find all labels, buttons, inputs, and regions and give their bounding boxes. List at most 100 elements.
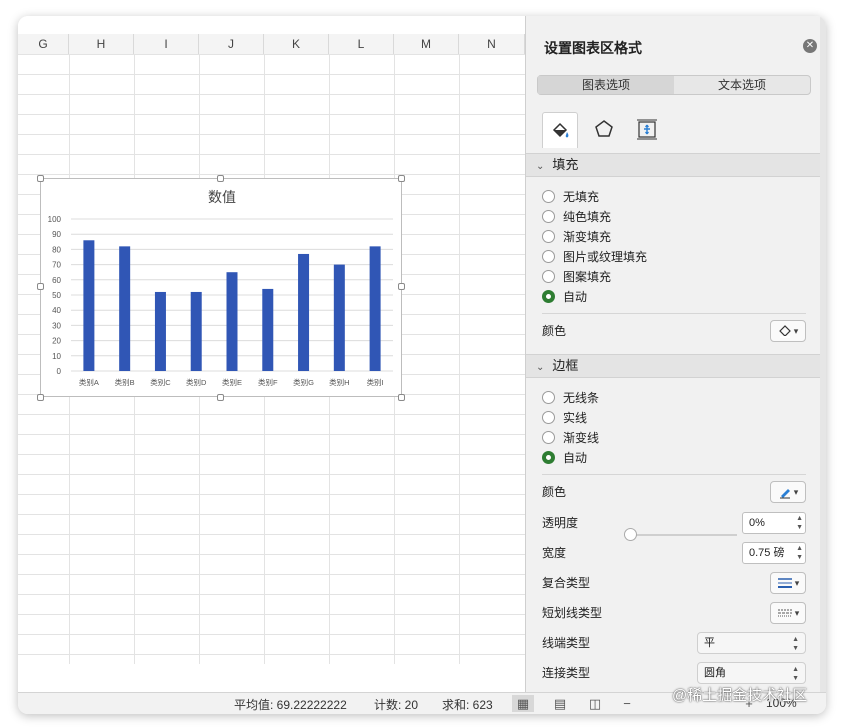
radio-picture-fill[interactable]: 图片或纹理填充 [542, 247, 647, 265]
pentagon-icon[interactable] [586, 112, 622, 146]
bar [226, 272, 238, 371]
radio-button[interactable] [542, 189, 555, 203]
radio-solid-fill[interactable]: 纯色填充 [542, 207, 611, 225]
transparency-slider-track[interactable] [629, 534, 737, 536]
compound-type-picker[interactable]: ▾ [770, 572, 806, 594]
radio-label: 无线条 [563, 390, 600, 405]
dash-type-label: 短划线类型 [542, 606, 603, 620]
zoom-out-icon[interactable]: − [616, 695, 638, 712]
radio-gradient-line[interactable]: 渐变线 [542, 428, 599, 446]
radio-no-line[interactable]: 无线条 [542, 388, 599, 406]
column-header-k[interactable]: K [264, 34, 329, 54]
radio-label: 自动 [563, 450, 588, 465]
resize-handle-bottom[interactable] [217, 394, 224, 401]
stepper-icon[interactable]: ▲ ▼ [796, 514, 803, 532]
width-input[interactable]: 0.75 磅 ▲ ▼ [742, 542, 806, 564]
tab-text-options[interactable]: 文本选项 [674, 76, 810, 94]
radio-solid-line[interactable]: 实线 [542, 408, 587, 426]
radio-no-fill[interactable]: 无填充 [542, 187, 599, 205]
radio-pattern-fill[interactable]: 图案填充 [542, 267, 611, 285]
compound-lines-icon [777, 578, 792, 588]
spreadsheet-area[interactable]: G H I J K L M N 数值 0 10 20 30 40 50 60 70 80 90 100… [18, 16, 525, 692]
column-header-j[interactable]: J [199, 34, 264, 54]
cap-type-select[interactable]: 平 ▲ ▼ [697, 632, 806, 654]
cap-type-label: 线端类型 [542, 636, 591, 650]
radio-label: 自动 [563, 289, 588, 304]
column-header-l[interactable]: L [329, 34, 394, 54]
join-type-select[interactable]: 圆角 ▲ ▼ [697, 662, 806, 684]
fill-section-header[interactable]: ⌄ 填充 [526, 153, 820, 177]
resize-handle-bottom-right[interactable] [398, 394, 405, 401]
column-header-m[interactable]: M [394, 34, 459, 54]
bar [190, 291, 202, 371]
resize-handle-top[interactable] [217, 175, 224, 182]
options-segmented-control: 图表选项 文本选项 [537, 75, 811, 95]
radio-button[interactable] [542, 209, 555, 223]
radio-button[interactable] [542, 249, 555, 263]
page-layout-view-icon[interactable]: ▤ [549, 695, 571, 712]
radio-button[interactable] [542, 229, 555, 243]
x-tick-label: 类别C [150, 377, 171, 387]
y-tick-label: 50 [52, 291, 61, 300]
bar [154, 291, 166, 371]
status-sum: 求和: 623 [442, 698, 493, 712]
size-properties-icon[interactable] [629, 112, 665, 146]
radio-label: 纯色填充 [563, 209, 612, 224]
y-tick-label: 90 [52, 230, 61, 239]
radio-auto-line[interactable]: 自动 [542, 448, 587, 466]
width-label: 宽度 [542, 546, 567, 560]
column-header-n[interactable]: N [459, 34, 525, 54]
status-count: 计数: 20 [374, 698, 419, 712]
tab-chart-options[interactable]: 图表选项 [538, 76, 674, 94]
fill-color-label: 颜色 [542, 324, 567, 338]
x-tick-label: 类别B [115, 377, 135, 387]
format-chart-area-panel: 设置图表区格式 ✕ 图表选项 文本选项 ⌄ 填充 无填充 纯色填充 渐变填充 图… [525, 16, 820, 692]
chevron-up-down-icon: ▲ ▼ [792, 636, 799, 652]
bar [262, 288, 274, 371]
bar [298, 253, 310, 371]
chevron-down-icon: ⌄ [536, 161, 545, 172]
transparency-slider-knob[interactable] [624, 528, 637, 541]
y-tick-label: 40 [52, 306, 61, 315]
radio-label: 实线 [563, 410, 588, 425]
radio-button-selected[interactable] [542, 289, 555, 303]
resize-handle-bottom-left[interactable] [37, 394, 44, 401]
fill-color-picker[interactable]: ▾ [770, 320, 806, 342]
resize-handle-top-left[interactable] [37, 175, 44, 182]
status-average: 平均值: 69.22222222 [234, 698, 347, 712]
radio-label: 无填充 [563, 189, 600, 204]
column-header-h[interactable]: H [69, 34, 134, 54]
stepper-icon[interactable]: ▲ ▼ [796, 544, 803, 562]
radio-button[interactable] [542, 410, 555, 424]
dash-type-picker[interactable]: ▾ [770, 602, 806, 624]
chevron-down-icon: ⌄ [536, 362, 545, 373]
radio-auto-fill[interactable]: 自动 [542, 287, 587, 305]
radio-button[interactable] [542, 269, 555, 283]
chevron-down-icon: ▾ [794, 577, 800, 588]
normal-view-icon[interactable]: ▦ [512, 695, 534, 712]
resize-handle-top-right[interactable] [398, 175, 405, 182]
chart-canvas: 数值 0 10 20 30 40 50 60 70 80 90 100 类别A 类别B 类别C 类别D 类别E 类… [48, 189, 393, 387]
column-header-i[interactable]: I [134, 34, 199, 54]
x-tick-label: 类别D [186, 377, 207, 387]
border-color-picker[interactable]: ▾ [770, 481, 806, 503]
close-icon[interactable]: ✕ [803, 39, 817, 53]
radio-button-selected[interactable] [542, 450, 555, 464]
panel-title: 设置图表区格式 [544, 40, 642, 56]
radio-button[interactable] [542, 430, 555, 444]
column-header-g[interactable]: G [18, 34, 69, 54]
x-tick-label: 类别E [222, 377, 242, 387]
border-section-header[interactable]: ⌄ 边框 [526, 354, 820, 378]
radio-gradient-fill[interactable]: 渐变填充 [542, 227, 611, 245]
page-break-view-icon[interactable]: ◫ [584, 695, 606, 712]
fill-bucket-icon[interactable] [542, 112, 578, 148]
bar-chart[interactable]: 数值 0 10 20 30 40 50 60 70 80 90 100 类别A 类别B 类别C 类别D 类别E 类… [40, 178, 402, 397]
resize-handle-left[interactable] [37, 283, 44, 290]
bar [119, 246, 131, 371]
radio-label: 图案填充 [563, 269, 612, 284]
bar [369, 246, 381, 371]
transparency-input[interactable]: 0% ▲ ▼ [742, 512, 806, 534]
y-tick-label: 20 [52, 337, 61, 346]
radio-button[interactable] [542, 390, 555, 404]
resize-handle-right[interactable] [398, 283, 405, 290]
